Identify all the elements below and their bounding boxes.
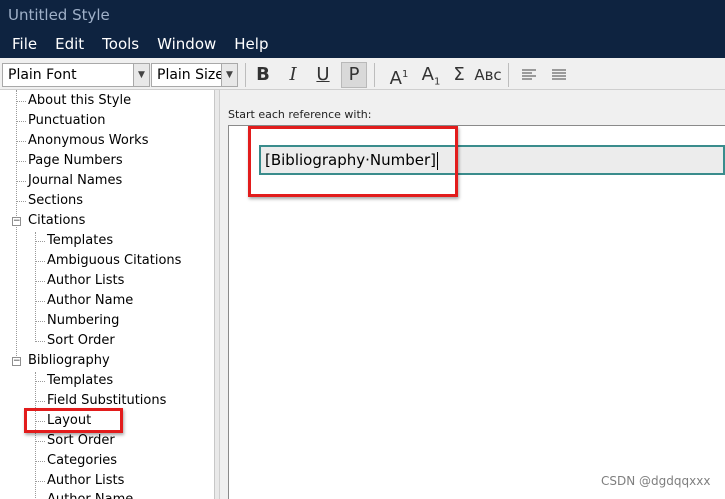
superscript-mark: 1 bbox=[401, 69, 409, 80]
bold-button[interactable]: B bbox=[250, 62, 276, 88]
tree-dash bbox=[36, 301, 45, 302]
tree-item-citations[interactable]: Citations bbox=[28, 211, 85, 231]
panel-splitter[interactable] bbox=[215, 90, 220, 499]
window-title: Untitled Style bbox=[0, 0, 725, 30]
tree-dash bbox=[36, 341, 45, 342]
symbol-button[interactable]: Σ bbox=[446, 62, 472, 88]
tree-dash bbox=[36, 401, 45, 402]
tree-item-citation-sort-order[interactable]: Sort Order bbox=[47, 331, 115, 351]
highlight-box-reference-field bbox=[248, 126, 458, 197]
tree-dash bbox=[36, 281, 45, 282]
tree-item-bibliography-author-name[interactable]: Author Name bbox=[47, 490, 133, 499]
tree-dash bbox=[36, 261, 45, 262]
format-toolbar: Plain Font ▼ Plain Size ▼ B I U P A1 A1 … bbox=[0, 58, 725, 90]
tree-dash bbox=[36, 321, 45, 322]
tree-item-citation-templates[interactable]: Templates bbox=[47, 231, 113, 251]
menu-bar: File Edit Tools Window Help bbox=[0, 30, 725, 58]
chevron-down-icon[interactable]: ▼ bbox=[133, 64, 149, 86]
tree-dash bbox=[17, 161, 26, 162]
tree-dash bbox=[36, 381, 45, 382]
subscript-base: A bbox=[421, 64, 434, 85]
align-left-icon[interactable] bbox=[516, 62, 542, 88]
tree-dash bbox=[36, 241, 45, 242]
italic-button[interactable]: I bbox=[280, 62, 306, 88]
collapse-icon[interactable]: − bbox=[12, 357, 21, 366]
style-tree: About this Style Punctuation Anonymous W… bbox=[0, 90, 215, 499]
toolbar-divider bbox=[508, 63, 509, 87]
menu-help[interactable]: Help bbox=[232, 33, 270, 55]
section-label: Start each reference with: bbox=[228, 108, 372, 121]
tree-dash bbox=[36, 441, 45, 442]
tree-item-bibliography-sort-order[interactable]: Sort Order bbox=[47, 431, 115, 451]
tree-item-numbering[interactable]: Numbering bbox=[47, 311, 119, 331]
tree-item-bibliography[interactable]: Bibliography bbox=[28, 351, 110, 371]
menu-tools[interactable]: Tools bbox=[100, 33, 141, 55]
tree-item-ambiguous-citations[interactable]: Ambiguous Citations bbox=[47, 251, 181, 271]
tree-item-punctuation[interactable]: Punctuation bbox=[28, 111, 105, 131]
chevron-down-icon[interactable]: ▼ bbox=[221, 64, 237, 86]
plain-button[interactable]: P bbox=[341, 62, 367, 88]
align-justify-icon[interactable] bbox=[546, 62, 572, 88]
font-select[interactable]: Plain Font ▼ bbox=[2, 63, 150, 87]
menu-file[interactable]: File bbox=[10, 33, 39, 55]
watermark: CSDN @dgdqqxxx bbox=[601, 474, 711, 488]
tree-dash bbox=[17, 141, 26, 142]
tree-item-journal-names[interactable]: Journal Names bbox=[28, 171, 122, 191]
tree-dash bbox=[17, 201, 26, 202]
size-select[interactable]: Plain Size ▼ bbox=[151, 63, 238, 87]
menu-window[interactable]: Window bbox=[155, 33, 218, 55]
tree-dash bbox=[36, 461, 45, 462]
tree-dash bbox=[17, 181, 26, 182]
tree-guide bbox=[35, 232, 36, 342]
toolbar-divider bbox=[245, 63, 246, 87]
menu-edit[interactable]: Edit bbox=[53, 33, 86, 55]
toolbar-divider bbox=[374, 63, 375, 87]
tree-item-about-this-style[interactable]: About this Style bbox=[28, 91, 131, 111]
underline-button[interactable]: U bbox=[310, 62, 336, 88]
tree-guide bbox=[35, 372, 36, 499]
tree-item-bibliography-templates[interactable]: Templates bbox=[47, 371, 113, 391]
tree-item-anonymous-works[interactable]: Anonymous Works bbox=[28, 131, 148, 151]
tree-item-citation-author-lists[interactable]: Author Lists bbox=[47, 271, 124, 291]
highlight-box-layout bbox=[24, 408, 123, 433]
superscript-base: A bbox=[389, 68, 402, 89]
tree-dash bbox=[36, 481, 45, 482]
tree-item-page-numbers[interactable]: Page Numbers bbox=[28, 151, 123, 171]
subscript-button[interactable]: A1 bbox=[416, 62, 446, 88]
tree-item-bibliography-author-lists[interactable]: Author Lists bbox=[47, 471, 124, 491]
tree-dash bbox=[17, 101, 26, 102]
subscript-mark: 1 bbox=[433, 76, 441, 88]
superscript-button[interactable]: A1 bbox=[384, 62, 414, 89]
font-select-value: Plain Font bbox=[8, 67, 77, 83]
tree-dash bbox=[17, 121, 26, 122]
smallcaps-button[interactable]: Aʙᴄ bbox=[472, 62, 504, 88]
size-select-value: Plain Size bbox=[157, 67, 224, 83]
tree-item-sections[interactable]: Sections bbox=[28, 191, 83, 211]
collapse-icon[interactable]: − bbox=[12, 217, 21, 226]
tree-item-categories[interactable]: Categories bbox=[47, 451, 117, 471]
tree-item-citation-author-name[interactable]: Author Name bbox=[47, 291, 133, 311]
